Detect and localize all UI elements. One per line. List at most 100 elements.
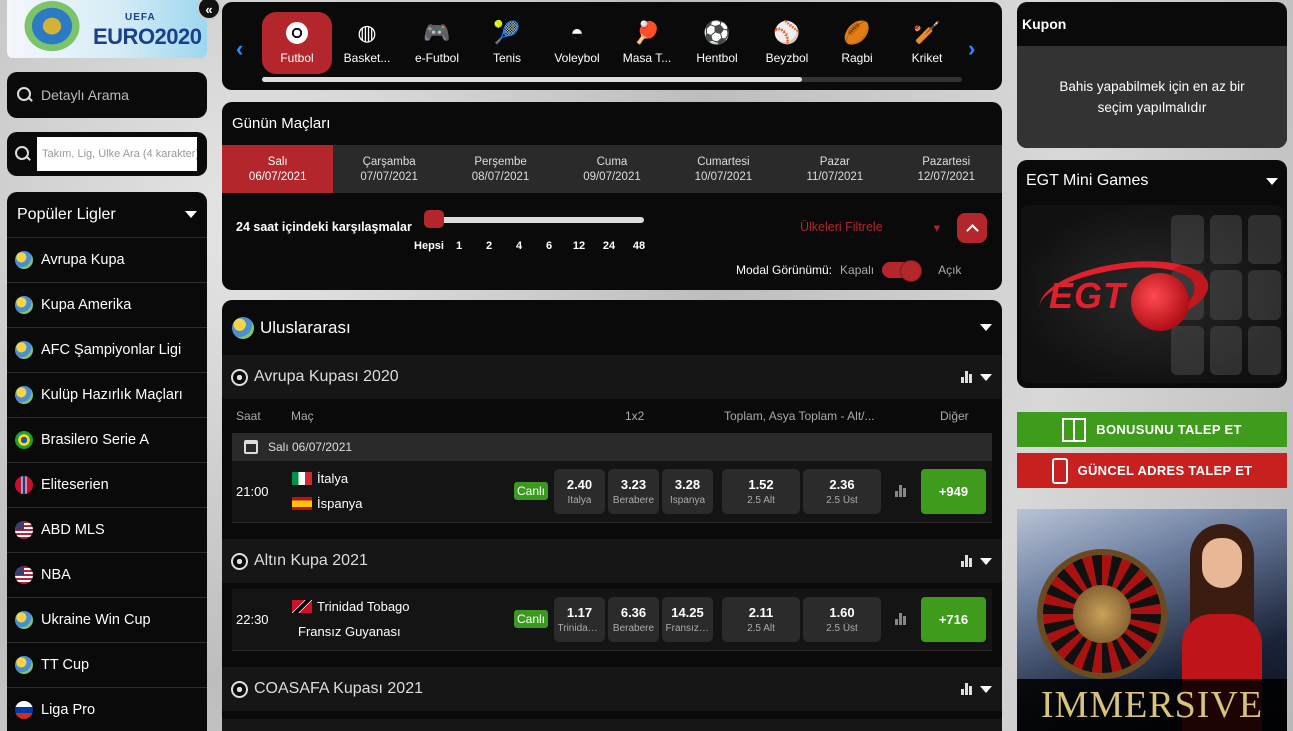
range-tick[interactable]: 2 xyxy=(474,240,504,252)
chevron-up-icon xyxy=(965,223,979,237)
league-label: Kulüp Hazırlık Maçları xyxy=(41,387,183,403)
stats-icon[interactable] xyxy=(961,555,972,567)
odd-button[interactable]: 14.25 Fransız Guyanası xyxy=(662,597,713,642)
sport-label: Ragbi xyxy=(841,51,873,65)
trinidad-flag-icon xyxy=(292,600,312,613)
league-item[interactable]: Brasilero Serie A xyxy=(7,418,207,463)
popular-leagues-header[interactable]: Popüler Ligler xyxy=(7,192,207,238)
odd-button[interactable]: 2.36 2.5 Üst xyxy=(803,469,881,514)
odd-button[interactable]: 1.52 2.5 Alt xyxy=(722,469,800,514)
day-name: Pazartesi xyxy=(922,155,971,168)
day-tab[interactable]: Perşembe 08/07/2021 xyxy=(445,145,556,193)
match-stats-icon[interactable] xyxy=(895,613,906,625)
norway-flag-icon xyxy=(15,476,33,494)
sport-tab-beyzbol[interactable]: ⚾ Beyzbol xyxy=(752,12,822,74)
immersive-roulette-banner[interactable]: IMMERSIVE xyxy=(1017,509,1287,731)
odd-button[interactable]: 1.17 Trinidad Tobago xyxy=(554,597,605,642)
sports-scrollbar-thumb[interactable] xyxy=(262,77,802,82)
away-team: İspanya xyxy=(292,496,363,511)
range-tick[interactable]: 1 xyxy=(444,240,474,252)
league-item[interactable]: Eliteserien xyxy=(7,463,207,508)
sport-tab-tenis[interactable]: 🎾 Tenis xyxy=(472,12,542,74)
odd-button[interactable]: 6.36 Berabere xyxy=(608,597,659,642)
modal-view-toggle[interactable] xyxy=(882,260,923,282)
day-tab[interactable]: Cuma 09/07/2021 xyxy=(556,145,667,193)
league-item[interactable]: Ukraine Win Cup xyxy=(7,598,207,643)
time-range-ticks: Hepsi 1 2 4 6 12 24 48 xyxy=(414,240,654,252)
phone-icon xyxy=(1051,457,1068,484)
region-header[interactable]: Uluslararası xyxy=(222,300,1002,355)
sport-tab-kriket[interactable]: 🏏 Kriket xyxy=(892,12,962,74)
league-item[interactable]: Kulüp Hazırlık Maçları xyxy=(7,373,207,418)
league-item[interactable]: Kupa Amerika xyxy=(7,283,207,328)
competition-title: Altın Kupa 2021 xyxy=(254,552,368,569)
day-name: Pazar xyxy=(819,155,850,168)
team-search-box xyxy=(7,132,207,176)
range-tick[interactable]: 4 xyxy=(504,240,534,252)
match-row[interactable]: 22:30 Trinidad Tobago Fransız Guyanası C… xyxy=(232,589,992,651)
more-markets-button[interactable]: +949 xyxy=(921,469,986,514)
range-tick[interactable]: 24 xyxy=(594,240,624,252)
competition-header[interactable] xyxy=(222,719,1002,731)
range-tick[interactable]: 6 xyxy=(534,240,564,252)
day-tab[interactable]: Pazar 11/07/2021 xyxy=(779,145,890,193)
odd-button[interactable]: 2.11 2.5 Alt xyxy=(722,597,800,642)
coupon-panel: Kupon Bahis yapabilmek için en az bir se… xyxy=(1017,2,1287,148)
league-item[interactable]: Liga Pro xyxy=(7,688,207,731)
team-search-input[interactable] xyxy=(37,137,197,171)
euro2020-banner[interactable]: UEFA EURO2020 xyxy=(7,0,207,58)
league-item[interactable]: AFC Şampiyonlar Ligi xyxy=(7,328,207,373)
sport-tab-voleybol[interactable]: ◓ Voleybol xyxy=(542,12,612,74)
range-tick[interactable]: 48 xyxy=(624,240,654,252)
country-filter-select[interactable]: Ülkeleri Filtrele ▾ xyxy=(800,220,940,235)
sport-tab-basketbol[interactable]: ◍ Basket... xyxy=(332,12,402,74)
odd-button[interactable]: 3.23 Berabere xyxy=(608,469,659,514)
competition-header[interactable]: COASAFA Kupası 2021 xyxy=(222,667,1002,711)
sports-scrollbar[interactable] xyxy=(262,77,962,82)
range-tick[interactable]: 12 xyxy=(564,240,594,252)
stats-icon[interactable] xyxy=(961,683,972,695)
league-item[interactable]: Avrupa Kupa xyxy=(7,238,207,283)
odd-button[interactable]: 2.40 İtalya xyxy=(554,469,605,514)
league-label: Liga Pro xyxy=(41,702,96,718)
time-range-slider-handle[interactable] xyxy=(424,210,444,228)
day-tab[interactable]: Salı 06/07/2021 xyxy=(222,145,334,193)
time-range-slider[interactable] xyxy=(430,217,644,223)
search-icon[interactable] xyxy=(15,146,31,162)
competition-header[interactable]: Altın Kupa 2021 xyxy=(222,539,1002,583)
collapse-filters-button[interactable] xyxy=(957,213,987,243)
league-item[interactable]: ABD MLS xyxy=(7,508,207,553)
day-tab[interactable]: Pazartesi 12/07/2021 xyxy=(891,145,1002,193)
day-date: 07/07/2021 xyxy=(360,170,418,183)
sport-tab-ragbi[interactable]: 🏉 Ragbi xyxy=(822,12,892,74)
detailed-search-button[interactable]: Detaylı Arama xyxy=(7,72,207,118)
league-label: Ukraine Win Cup xyxy=(41,612,151,628)
modal-view-label: Modal Görünümü: xyxy=(736,263,833,277)
day-tab[interactable]: Cumartesi 10/07/2021 xyxy=(668,145,779,193)
stats-icon[interactable] xyxy=(961,371,972,383)
competition-header[interactable]: Avrupa Kupası 2020 xyxy=(222,355,1002,399)
odd-button[interactable]: 3.28 İspanya xyxy=(662,469,713,514)
odd-name: Fransız Guyanası xyxy=(665,623,710,634)
chevron-left-icon[interactable]: ‹ xyxy=(236,36,243,62)
match-row[interactable]: 21:00 İtalya İspanya Canlı 2.40 İtalya 3.… xyxy=(232,461,992,523)
egt-header[interactable]: EGT Mini Games xyxy=(1017,160,1287,202)
league-item[interactable]: NBA xyxy=(7,553,207,598)
sport-tab-masa-tenisi[interactable]: 🏓 Masa T... xyxy=(612,12,682,74)
egt-game-banner[interactable]: EGT xyxy=(1021,205,1283,383)
claim-bonus-button[interactable]: BONUSUNU TALEP ET xyxy=(1017,412,1287,447)
sport-tab-futbol[interactable]: Futbol xyxy=(262,12,332,74)
day-tab[interactable]: Çarşamba 07/07/2021 xyxy=(333,145,444,193)
home-team-name: İtalya xyxy=(317,471,349,486)
league-item[interactable]: TT Cup xyxy=(7,643,207,688)
range-tick[interactable]: Hepsi xyxy=(414,240,444,252)
collapse-sidebar-icon[interactable]: « xyxy=(197,0,221,20)
match-stats-icon[interactable] xyxy=(895,485,906,497)
sport-tab-hentbol[interactable]: ⚽ Hentbol xyxy=(682,12,752,74)
odd-button[interactable]: 1.60 2.5 Üst xyxy=(803,597,881,642)
more-markets-button[interactable]: +716 xyxy=(921,597,986,642)
request-address-button[interactable]: GÜNCEL ADRES TALEP ET xyxy=(1017,453,1287,488)
chevron-right-icon[interactable]: › xyxy=(968,36,975,62)
sport-tab-efutbol[interactable]: 🎮 e-Futbol xyxy=(402,12,472,74)
competition-title: COASAFA Kupası 2021 xyxy=(254,680,423,697)
